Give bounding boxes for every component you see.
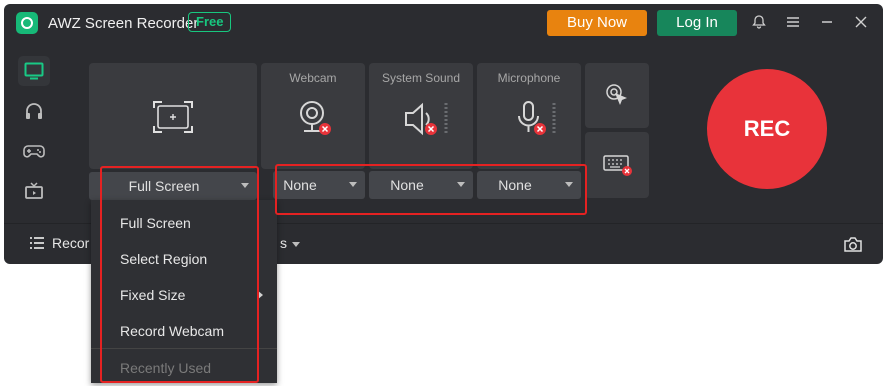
chevron-down-icon	[292, 242, 300, 247]
menu-item-select-region[interactable]: Select Region	[91, 241, 277, 277]
monitor-icon	[24, 62, 44, 80]
speaker-icon	[405, 102, 448, 136]
options-button[interactable]: s	[280, 235, 287, 251]
system-sound-dropdown[interactable]: None	[369, 171, 473, 199]
screen-area-value: Full Screen	[128, 178, 200, 194]
sidebar-item-screen[interactable]	[18, 56, 50, 86]
chevron-down-icon	[349, 182, 357, 187]
cursor-effects-button[interactable]	[585, 63, 649, 128]
login-button[interactable]: Log In	[657, 10, 737, 36]
menu-item-recently-used: Recently Used	[120, 360, 212, 376]
sidebar-item-audio[interactable]	[18, 96, 50, 126]
cursor-click-icon	[606, 84, 627, 105]
system-sound-label: System Sound	[381, 71, 461, 85]
app-title: AWZ Screen Recorder	[48, 15, 199, 32]
bell-icon[interactable]	[750, 14, 768, 32]
microphone-value: None	[498, 177, 532, 193]
rec-button[interactable]: REC	[707, 69, 827, 189]
app-logo-icon	[16, 12, 38, 34]
webcam-value: None	[283, 177, 317, 193]
menu-item-record-webcam[interactable]: Record Webcam	[91, 313, 277, 349]
microphone-dropdown[interactable]: None	[477, 171, 581, 199]
buy-now-button[interactable]: Buy Now	[547, 10, 647, 36]
keyboard-icon	[603, 155, 632, 176]
webcam-label: Webcam	[289, 71, 337, 85]
tv-icon	[25, 182, 43, 199]
screen-capture-icon	[153, 101, 193, 133]
chevron-down-icon	[457, 182, 465, 187]
webcam-panel[interactable]: Webcam	[261, 63, 365, 169]
screenshot-camera-icon[interactable]	[843, 236, 863, 253]
chevron-down-icon	[241, 183, 249, 188]
menu-icon[interactable]	[784, 14, 802, 32]
webcam-dropdown[interactable]: None	[273, 171, 365, 199]
screen-area-dropdown[interactable]: Full Screen	[89, 172, 257, 200]
free-badge: Free	[188, 12, 232, 32]
microphone-icon	[518, 101, 556, 135]
menu-item-fixed-size[interactable]: Fixed Size	[91, 277, 277, 313]
system-sound-value: None	[390, 177, 424, 193]
menu-item-full-screen[interactable]: Full Screen	[91, 205, 277, 241]
records-button[interactable]: Recor	[52, 235, 89, 251]
minimize-icon[interactable]	[818, 14, 836, 32]
chevron-right-icon	[257, 290, 263, 300]
keystroke-button[interactable]	[585, 132, 649, 198]
chevron-down-icon	[565, 182, 573, 187]
sidebar-item-game[interactable]	[18, 136, 50, 166]
menu-divider	[91, 348, 277, 349]
list-icon	[30, 237, 44, 249]
headphones-icon	[26, 103, 42, 119]
webcam-icon	[300, 101, 331, 135]
microphone-label: Microphone	[497, 71, 561, 85]
sidebar-item-tv[interactable]	[18, 176, 50, 206]
title-bar: AWZ Screen Recorder Free Buy Now Log In	[4, 4, 883, 44]
gamepad-icon	[23, 145, 45, 158]
close-icon[interactable]	[852, 14, 870, 32]
microphone-panel[interactable]: Microphone	[477, 63, 581, 169]
system-sound-panel[interactable]: System Sound	[369, 63, 473, 169]
screen-area-menu: Full Screen Select Region Fixed Size Rec…	[91, 200, 277, 383]
screen-area-panel[interactable]	[89, 63, 257, 169]
